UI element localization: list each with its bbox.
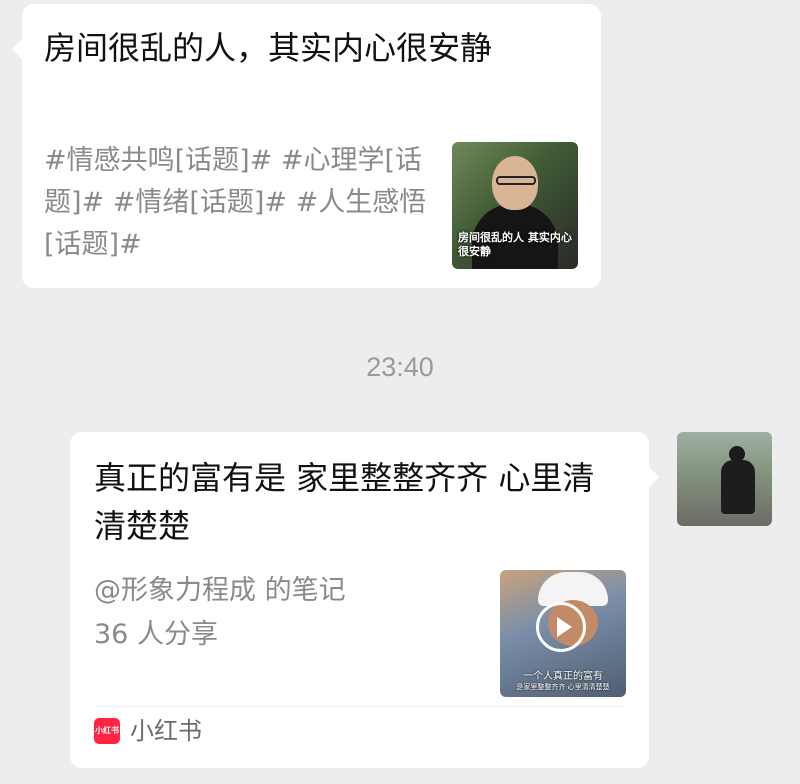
message-2-video-thumbnail[interactable]: 一个人真正的富有 是家里整整齐齐 心里清清楚楚 [500,570,626,697]
message-card-2[interactable]: 真正的富有是 家里整整齐齐 心里清清楚楚 @形象力程成 的笔记 36 人分享 一… [70,432,659,768]
app-source-name: 小红书 [130,717,202,745]
play-icon[interactable] [536,602,586,652]
avatar-figure-body [721,460,755,514]
avatar-figure-head [729,446,745,462]
message-1-title: 房间很乱的人，其实内心很安静 [44,29,493,67]
message-2-title: 真正的富有是 家里整整齐齐 心里清清楚楚 [94,459,595,545]
thumbnail-caption-line-1: 一个人真正的富有 [523,671,603,682]
bubble-tail [648,466,659,488]
xiaohongshu-logo-icon: 小红书 [94,718,120,744]
thumbnail-glasses [496,176,536,185]
message-2-share-count: 36 人分享 [94,619,218,650]
thumbnail-caption-line-2: 是家里整整齐齐 心里清清楚楚 [516,683,610,691]
card-divider [94,706,625,707]
message-card-1[interactable]: 房间很乱的人，其实内心很安静 #情感共鸣[话题]# #心理学[话题]# #情绪[… [12,4,601,288]
chat-timestamp: 23:40 [366,352,434,382]
message-2-author: @形象力程成 的笔记 [94,575,346,606]
message-1-subtitle: #情感共鸣[话题]# #心理学[话题]# #情绪[话题]# #人生感悟[话题]# [44,145,427,260]
message-2-thumbnail-caption: 一个人真正的富有 是家里整整齐齐 心里清清楚楚 [504,670,622,692]
message-1-thumbnail-caption: 房间很乱的人 其实内心很安静 [458,231,572,258]
message-1-thumbnail[interactable]: 房间很乱的人 其实内心很安静 [452,142,578,269]
bubble-tail [12,38,23,60]
sender-avatar[interactable] [677,432,772,526]
